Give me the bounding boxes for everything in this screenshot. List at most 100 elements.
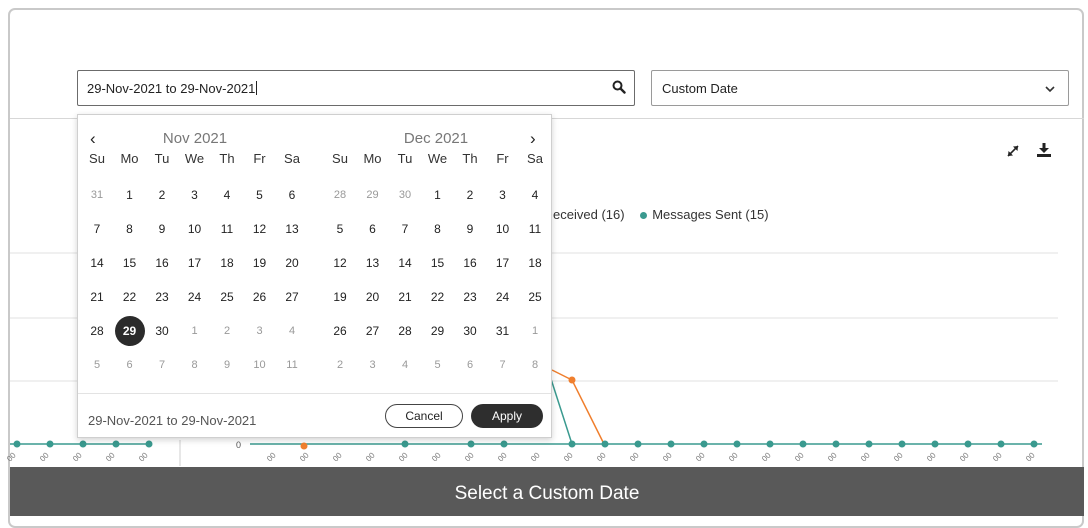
calendar-day[interactable]: 26 (247, 284, 273, 310)
calendar-day[interactable]: 10 (247, 352, 273, 378)
calendar-day[interactable]: 10 (182, 216, 208, 242)
calendar-day[interactable]: 2 (214, 318, 240, 344)
calendar-day[interactable]: 4 (279, 318, 305, 344)
calendar-day[interactable]: 22 (117, 284, 143, 310)
calendar-day[interactable]: 17 (490, 250, 516, 276)
calendar-day[interactable]: 10 (490, 216, 516, 242)
calendar-day[interactable]: 31 (84, 182, 110, 208)
calendar-day[interactable]: 12 (327, 250, 353, 276)
expand-icon[interactable] (1006, 144, 1020, 163)
calendar-day[interactable]: 11 (522, 216, 548, 242)
calendar-day[interactable]: 27 (279, 284, 305, 310)
teal-point (964, 440, 972, 448)
calendar-day[interactable]: 20 (360, 284, 386, 310)
calendar-day[interactable]: 6 (279, 182, 305, 208)
calendar-day[interactable]: 4 (214, 182, 240, 208)
calendar-day[interactable]: 15 (425, 250, 451, 276)
calendar-day[interactable]: 3 (360, 352, 386, 378)
calendar-day[interactable]: 25 (522, 284, 548, 310)
calendar-day[interactable]: 11 (214, 216, 240, 242)
calendar-day[interactable]: 18 (214, 250, 240, 276)
calendar-day[interactable]: 5 (425, 352, 451, 378)
calendar-day[interactable]: 14 (84, 250, 110, 276)
calendar-day[interactable]: 8 (522, 352, 548, 378)
calendar-day[interactable]: 23 (457, 284, 483, 310)
calendar-day-selected[interactable]: 29 (114, 316, 145, 346)
calendar-day[interactable]: 26 (327, 318, 353, 344)
calendar-day[interactable]: 3 (247, 318, 273, 344)
calendar-day[interactable]: 5 (327, 216, 353, 242)
calendar-day[interactable]: 7 (149, 352, 175, 378)
calendar-day[interactable]: 8 (117, 216, 143, 242)
calendar-day[interactable]: 28 (84, 318, 110, 344)
x-tick-label: 00 (397, 450, 410, 463)
calendar-day[interactable]: 23 (149, 284, 175, 310)
calendar-day[interactable]: 4 (522, 182, 548, 208)
calendar-day[interactable]: 24 (490, 284, 516, 310)
calendar-day[interactable]: 30 (457, 318, 483, 344)
calendar-day[interactable]: 31 (490, 318, 516, 344)
calendar-day[interactable]: 6 (457, 352, 483, 378)
calendar-day[interactable]: 21 (392, 284, 418, 310)
calendar-day[interactable]: 8 (425, 216, 451, 242)
calendar-day[interactable]: 8 (182, 352, 208, 378)
calendar-day[interactable]: 16 (457, 250, 483, 276)
teal-point (634, 440, 642, 448)
calendar-day[interactable]: 2 (149, 182, 175, 208)
legend-sent-label[interactable]: Messages Sent (652, 207, 742, 222)
calendar-day[interactable]: 30 (392, 182, 418, 208)
calendar-day[interactable]: 7 (84, 216, 110, 242)
calendar-day[interactable]: 3 (490, 182, 516, 208)
calendar-day[interactable]: 7 (392, 216, 418, 242)
calendar-day[interactable]: 5 (247, 182, 273, 208)
download-icon[interactable] (1036, 142, 1052, 163)
calendar-day[interactable]: 12 (247, 216, 273, 242)
calendar-day[interactable]: 3 (182, 182, 208, 208)
calendar-day[interactable]: 13 (279, 216, 305, 242)
calendar-day[interactable]: 30 (149, 318, 175, 344)
calendar-day[interactable]: 9 (149, 216, 175, 242)
calendar-day[interactable]: 19 (327, 284, 353, 310)
calendar-day[interactable]: 21 (84, 284, 110, 310)
calendar-day[interactable]: 28 (392, 318, 418, 344)
calendar-day[interactable]: 16 (149, 250, 175, 276)
calendar-day[interactable]: 24 (182, 284, 208, 310)
weekday-header: Tu (397, 151, 413, 166)
calendar-day[interactable]: 25 (214, 284, 240, 310)
calendar-day[interactable]: 28 (327, 182, 353, 208)
teal-point (865, 440, 873, 448)
calendar-day[interactable]: 1 (182, 318, 208, 344)
calendar-day[interactable]: 1 (425, 182, 451, 208)
calendar-day[interactable]: 22 (425, 284, 451, 310)
calendar-day[interactable]: 17 (182, 250, 208, 276)
weekday-header: Fr (253, 151, 266, 166)
apply-button[interactable]: Apply (471, 404, 543, 428)
calendar-day[interactable]: 29 (360, 182, 386, 208)
calendar-day[interactable]: 13 (360, 250, 386, 276)
y-axis-zero-label: 0 (236, 440, 241, 450)
cancel-button[interactable]: Cancel (385, 404, 463, 428)
calendar-day[interactable]: 4 (392, 352, 418, 378)
teal-point (766, 440, 774, 448)
x-tick-label: 00 (298, 450, 311, 463)
legend-received-label[interactable]: eceived (553, 207, 598, 222)
calendar-day[interactable]: 9 (457, 216, 483, 242)
calendar-day[interactable]: 9 (214, 352, 240, 378)
calendar-day[interactable]: 7 (490, 352, 516, 378)
calendar-day[interactable]: 1 (522, 318, 548, 344)
calendar-day[interactable]: 29 (425, 318, 451, 344)
calendar-day[interactable]: 11 (279, 352, 305, 378)
calendar-day[interactable]: 27 (360, 318, 386, 344)
calendar-day[interactable]: 18 (522, 250, 548, 276)
calendar-day[interactable]: 19 (247, 250, 273, 276)
calendar-day[interactable]: 2 (327, 352, 353, 378)
calendar-day[interactable]: 5 (84, 352, 110, 378)
calendar-day[interactable]: 2 (457, 182, 483, 208)
calendar-day[interactable]: 20 (279, 250, 305, 276)
calendar-day[interactable]: 14 (392, 250, 418, 276)
weekday-header: Sa (284, 151, 300, 166)
calendar-day[interactable]: 6 (360, 216, 386, 242)
calendar-day[interactable]: 6 (117, 352, 143, 378)
calendar-day[interactable]: 1 (117, 182, 143, 208)
calendar-day[interactable]: 15 (117, 250, 143, 276)
